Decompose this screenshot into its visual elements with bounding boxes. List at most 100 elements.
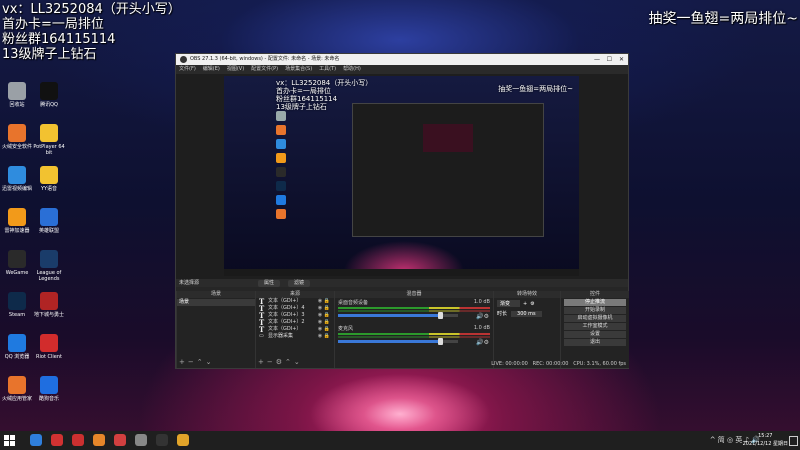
sources-dock: 来源 T 文本（GDI+） ◉ 🔒 T 文本（GDI+）4 ◉ 🔒 T 文本（GDI+）3… bbox=[255, 291, 334, 368]
obs-preview[interactable]: vx：LL3252084（开头小写） 首办卡=一局排位 粉丝群164115114… bbox=[224, 76, 579, 276]
desktop-icon[interactable]: 英雄联盟 bbox=[32, 208, 66, 234]
desktop-icon[interactable]: Steam bbox=[0, 292, 34, 318]
desktop-icon[interactable]: 腾讯QQ bbox=[32, 82, 66, 108]
transitions-header: 转场特效 bbox=[494, 291, 560, 298]
mixer-channel: 桌面音频设备 1.0 dB 🔊⚙ bbox=[335, 298, 493, 324]
exit-button[interactable]: 退出 bbox=[564, 339, 626, 346]
source-item[interactable]: T 文本（GDI+）2 ◉ 🔒 bbox=[256, 319, 334, 326]
menu-view[interactable]: 视图(V) bbox=[227, 65, 244, 74]
desktop-icon[interactable]: WeGame bbox=[0, 250, 34, 276]
visibility-lock-icons[interactable]: ◉ 🔒 bbox=[318, 298, 330, 305]
remove-icon[interactable]: − bbox=[188, 358, 197, 366]
down-icon[interactable]: ⌄ bbox=[294, 358, 303, 366]
scene-item[interactable]: 场景 bbox=[177, 299, 255, 306]
source-label: 文本（GDI+）2 bbox=[268, 319, 305, 325]
taskbar-app6-icon[interactable] bbox=[135, 434, 147, 446]
rec-time: REC: 00:00:00 bbox=[532, 361, 569, 367]
duration-label: 时长 bbox=[497, 311, 508, 317]
menu-tools[interactable]: 工具(T) bbox=[319, 65, 336, 74]
taskbar-app5-icon[interactable] bbox=[114, 434, 126, 446]
clock[interactable]: 15:27 2021/12/12 星期日 bbox=[743, 432, 788, 448]
overlay-line: 粉丝群164115114 bbox=[2, 32, 116, 47]
speaker-gear-icon[interactable]: 🔊⚙ bbox=[476, 313, 489, 320]
notification-icon[interactable] bbox=[789, 436, 798, 446]
filters-button[interactable]: 滤镜 bbox=[288, 280, 311, 287]
desktop-icon-label: 腾讯QQ bbox=[40, 102, 58, 108]
source-item[interactable]: T 文本（GDI+） ◉ 🔒 bbox=[256, 298, 334, 305]
windows-start-icon[interactable] bbox=[4, 435, 15, 446]
add-icon[interactable]: + bbox=[258, 358, 267, 366]
desktop-icon-label: WeGame bbox=[5, 270, 29, 276]
preview-nested-obs bbox=[352, 103, 544, 237]
desktop-icon[interactable]: Riot Client bbox=[32, 334, 66, 360]
add-icon[interactable]: + bbox=[179, 358, 188, 366]
studio-mode-button[interactable]: 工作室模式 bbox=[564, 323, 626, 330]
visibility-lock-icons[interactable]: ◉ 🔒 bbox=[318, 319, 330, 326]
source-label: 文本（GDI+） bbox=[268, 298, 302, 304]
menu-scene-collection[interactable]: 场景集合(S) bbox=[285, 65, 312, 74]
visibility-lock-icons[interactable]: ◉ 🔒 bbox=[318, 326, 330, 333]
down-icon[interactable]: ⌄ bbox=[206, 358, 215, 366]
up-icon[interactable]: ⌃ bbox=[285, 358, 294, 366]
volume-knob[interactable] bbox=[438, 338, 443, 345]
menu-help[interactable]: 帮助(H) bbox=[343, 65, 361, 74]
taskbar-edge-icon[interactable] bbox=[30, 434, 42, 446]
audio-meter bbox=[338, 307, 490, 309]
transition-select[interactable]: 渐变 bbox=[497, 300, 521, 307]
add-icon[interactable]: + bbox=[523, 301, 527, 307]
desktop-icon[interactable]: 地下城与勇士 bbox=[32, 292, 66, 318]
menu-edit[interactable]: 编辑(E) bbox=[203, 65, 220, 74]
desktop-icon[interactable]: 迅雷视频编辑 bbox=[0, 166, 34, 192]
desktop-icon[interactable]: 雷神加速器 bbox=[0, 208, 34, 234]
channel-name: 桌面音频设备 bbox=[338, 300, 369, 306]
desktop-icon-label: 地下城与勇士 bbox=[33, 312, 64, 318]
duration-input[interactable]: 300 ms bbox=[511, 310, 542, 317]
volume-slider[interactable] bbox=[338, 312, 458, 319]
overlay-line: 13级牌子上钻石 bbox=[2, 47, 97, 62]
scenes-toolbar: +−⌃⌄ bbox=[179, 358, 215, 366]
speaker-gear-icon[interactable]: 🔊⚙ bbox=[476, 339, 489, 346]
menu-file[interactable]: 文件(F) bbox=[179, 65, 196, 74]
virtual-camera-button[interactable]: 启动虚拟摄像机 bbox=[564, 315, 626, 322]
taskbar-app7-icon[interactable] bbox=[156, 434, 168, 446]
gear-icon[interactable]: ⚙ bbox=[530, 301, 534, 307]
desktop-icon[interactable]: 火绒安全软件 bbox=[0, 124, 34, 150]
preview-overlay-line: 粉丝群164115114 bbox=[276, 95, 338, 103]
source-item[interactable]: T 文本（GDI+） ◉ 🔒 bbox=[256, 326, 334, 333]
source-item[interactable]: ▭ 显示器采集 ◉ 🔒 bbox=[256, 333, 334, 340]
desktop-icon[interactable]: 酷狗音乐 bbox=[32, 376, 66, 402]
desktop-icon[interactable]: PotPlayer 64 bit bbox=[32, 124, 66, 156]
desktop-icon[interactable]: YY语音 bbox=[32, 166, 66, 192]
stop-streaming-button[interactable]: 停止推流 bbox=[564, 299, 626, 306]
remove-icon[interactable]: − bbox=[267, 358, 276, 366]
gear-icon[interactable]: ⚙ bbox=[276, 358, 285, 366]
source-item[interactable]: T 文本（GDI+）3 ◉ 🔒 bbox=[256, 312, 334, 319]
clock-time: 15:27 bbox=[758, 433, 773, 439]
taskbar-douyu-icon[interactable] bbox=[93, 434, 105, 446]
desktop-icon-label: QQ 浏览器 bbox=[4, 354, 30, 360]
up-icon[interactable]: ⌃ bbox=[197, 358, 206, 366]
desktop-icon[interactable]: 回收站 bbox=[0, 82, 34, 108]
taskbar-obs-icon[interactable] bbox=[72, 434, 84, 446]
visibility-lock-icons[interactable]: ◉ 🔒 bbox=[318, 333, 330, 340]
mixer-header: 混音器 bbox=[335, 291, 493, 298]
menu-profile[interactable]: 配置文件(P) bbox=[251, 65, 278, 74]
desktop-icon[interactable]: QQ 浏览器 bbox=[0, 334, 34, 360]
close-icon[interactable]: ✕ bbox=[619, 54, 624, 65]
scenes-header: 场景 bbox=[177, 291, 255, 298]
taskbar-netease-icon[interactable] bbox=[51, 434, 63, 446]
desktop-icon-label: 雷神加速器 bbox=[4, 228, 30, 234]
start-recording-button[interactable]: 开始录制 bbox=[564, 307, 626, 314]
visibility-lock-icons[interactable]: ◉ 🔒 bbox=[318, 312, 330, 319]
taskbar-app8-icon[interactable] bbox=[177, 434, 189, 446]
properties-button[interactable]: 属性 bbox=[258, 280, 281, 287]
desktop-icon[interactable]: League of Legends bbox=[32, 250, 66, 282]
source-item[interactable]: T 文本（GDI+）4 ◉ 🔒 bbox=[256, 305, 334, 312]
desktop-icon[interactable]: 火绒应用管家 bbox=[0, 376, 34, 402]
maximize-icon[interactable]: ☐ bbox=[607, 54, 612, 65]
minimize-icon[interactable]: — bbox=[594, 54, 600, 65]
settings-button[interactable]: 设置 bbox=[564, 331, 626, 338]
volume-knob[interactable] bbox=[438, 312, 443, 319]
volume-slider[interactable] bbox=[338, 338, 458, 345]
visibility-lock-icons[interactable]: ◉ 🔒 bbox=[318, 305, 330, 312]
